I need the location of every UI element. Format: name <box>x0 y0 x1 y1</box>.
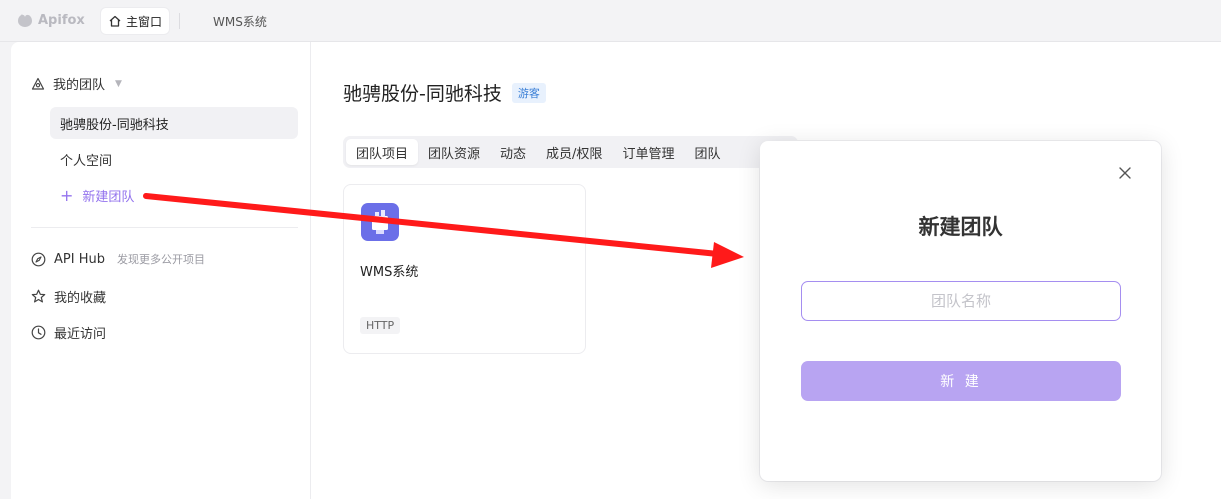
tab-home[interactable]: 主窗口 <box>101 8 169 34</box>
sidebar: 我的团队 ▼ 驰骋股份-同驰科技 个人空间 + 新建团队 API Hub 发现更… <box>11 42 311 499</box>
app-name: Apifox <box>38 12 85 28</box>
team-header: 驰骋股份-同驰科技 游客 <box>343 79 546 106</box>
new-team-button[interactable]: + 新建团队 <box>60 186 134 205</box>
home-icon <box>109 15 121 27</box>
api-hub-hint: 发现更多公开项目 <box>116 253 205 266</box>
sidebar-item-personal-space[interactable]: 个人空间 <box>60 150 112 169</box>
tab-members[interactable]: 成员/权限 <box>536 139 612 165</box>
sidebar-item-favorites[interactable]: 我的收藏 <box>31 287 106 306</box>
api-hub-label: API Hub <box>54 251 105 267</box>
new-team-dialog: 新建团队 新 建 <box>760 141 1161 481</box>
page-title: 驰骋股份-同驰科技 <box>343 83 502 105</box>
app-logo: Apifox <box>16 11 85 29</box>
recent-label: 最近访问 <box>54 327 107 342</box>
sidebar-divider <box>31 227 298 228</box>
project-card[interactable]: WMS系统 HTTP <box>343 184 586 354</box>
tab-team-settings[interactable]: 团队 <box>684 139 730 165</box>
compass-icon <box>31 252 46 266</box>
caret-down-icon: ▼ <box>115 78 122 89</box>
my-teams-label: 我的团队 <box>53 78 106 93</box>
close-icon[interactable] <box>1117 165 1133 181</box>
role-badge: 游客 <box>511 82 546 103</box>
clock-icon <box>31 325 46 340</box>
tab-divider <box>179 13 180 29</box>
create-team-button[interactable]: 新 建 <box>801 361 1121 401</box>
project-icon <box>361 203 399 241</box>
tab-home-label: 主窗口 <box>126 14 163 29</box>
tab-activity[interactable]: 动态 <box>490 139 536 165</box>
new-team-label: 新建团队 <box>82 190 135 205</box>
dialog-title: 新建团队 <box>918 215 1003 239</box>
sidebar-item-active-team[interactable]: 驰骋股份-同驰科技 <box>50 107 298 139</box>
sidebar-item-label: 个人空间 <box>60 154 113 169</box>
tab-team-resources[interactable]: 团队资源 <box>418 139 490 165</box>
project-type-tag: HTTP <box>360 317 401 334</box>
title-bar: Apifox 主窗口 WMS系统 <box>0 0 1221 42</box>
apifox-logo-icon <box>18 14 32 27</box>
team-icon <box>31 77 45 90</box>
tab-team-projects[interactable]: 团队项目 <box>346 139 419 165</box>
tab-orders[interactable]: 订单管理 <box>612 139 684 165</box>
project-name: WMS系统 <box>360 265 419 280</box>
team-name-input[interactable] <box>801 281 1121 321</box>
sidebar-item-recent[interactable]: 最近访问 <box>31 323 106 342</box>
favorites-label: 我的收藏 <box>54 291 107 306</box>
my-teams-dropdown[interactable]: 我的团队 ▼ <box>31 74 122 93</box>
team-tabs: 团队项目 团队资源 动态 成员/权限 订单管理 团队 <box>343 136 798 168</box>
project-logo-icon <box>367 210 393 234</box>
tab-project[interactable]: WMS系统 <box>213 13 267 30</box>
sidebar-item-api-hub[interactable]: API Hub 发现更多公开项目 <box>31 251 205 267</box>
plus-icon: + <box>60 185 74 205</box>
star-icon <box>31 289 46 303</box>
